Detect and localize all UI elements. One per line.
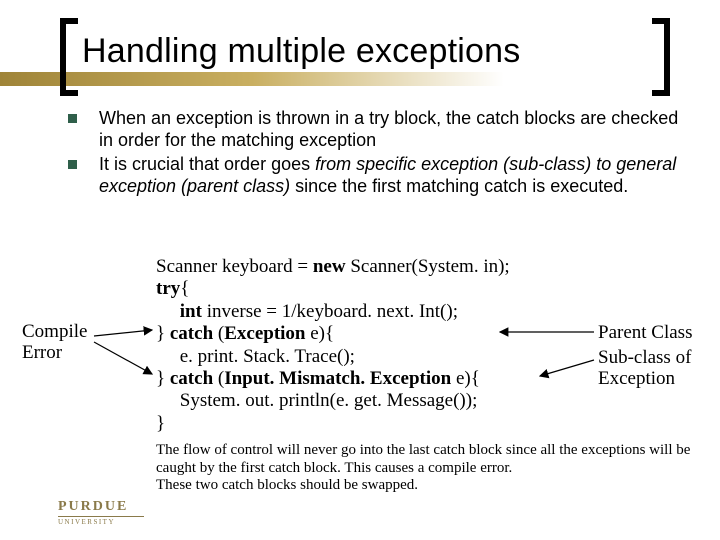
code-text: e){ (451, 368, 480, 389)
code-text: } (156, 368, 170, 389)
code-type: Exception (224, 323, 305, 344)
label-parent-class: Parent Class (598, 322, 692, 344)
text: These two catch blocks should be swapped… (156, 477, 704, 495)
bullet-text: It is crucial that order goes from speci… (99, 154, 680, 198)
text: Error (22, 343, 87, 364)
label-compile-error: Compile Error (22, 322, 87, 364)
code-text: inverse = 1/keyboard. next. Int(); (202, 301, 458, 322)
code-text: e. print. Stack. Trace(); (156, 346, 355, 367)
code-text (156, 301, 180, 322)
code-text: ( (213, 323, 224, 344)
code-keyword: catch (170, 368, 213, 389)
text: Compile (22, 322, 87, 343)
code-text: ( (213, 368, 224, 389)
logo-text: UNIVERSITY (58, 516, 144, 526)
code-block: Scanner keyboard = new Scanner(System. i… (156, 256, 510, 435)
code-text: } (156, 323, 170, 344)
list-item: It is crucial that order goes from speci… (68, 154, 680, 198)
text: It is crucial that order goes (99, 154, 315, 174)
list-item: When an exception is thrown in a try blo… (68, 108, 680, 152)
purdue-logo: PURDUE UNIVERSITY (58, 499, 144, 526)
text: Sub-class of (598, 348, 691, 369)
footnote: The flow of control will never go into t… (156, 442, 704, 495)
code-keyword: int (180, 301, 202, 322)
text: The flow of control will never go into t… (156, 442, 704, 477)
label-subclass: Sub-class of Exception (598, 348, 691, 390)
code-text: Scanner keyboard = (156, 256, 313, 277)
code-text: System. out. println(e. get. Message()); (156, 390, 477, 411)
bracket-right-icon (652, 18, 670, 96)
title-container: Handling multiple exceptions (60, 18, 670, 98)
code-text: } (156, 413, 165, 434)
bullet-text: When an exception is thrown in a try blo… (99, 108, 680, 152)
slide-title: Handling multiple exceptions (82, 32, 520, 71)
bullet-icon (68, 114, 77, 123)
bullet-list: When an exception is thrown in a try blo… (68, 108, 680, 200)
code-keyword: try (156, 278, 180, 299)
bracket-left-icon (60, 18, 78, 96)
text: since the first matching catch is execut… (290, 176, 628, 196)
logo-text: PURDUE (58, 499, 144, 515)
code-text: { (180, 278, 189, 299)
code-keyword: new (313, 256, 346, 277)
code-keyword: catch (170, 323, 213, 344)
bullet-icon (68, 160, 77, 169)
text: Exception (598, 369, 691, 390)
code-text: Scanner(System. in); (346, 256, 510, 277)
code-text: e){ (306, 323, 335, 344)
code-type: Input. Mismatch. Exception (224, 368, 451, 389)
